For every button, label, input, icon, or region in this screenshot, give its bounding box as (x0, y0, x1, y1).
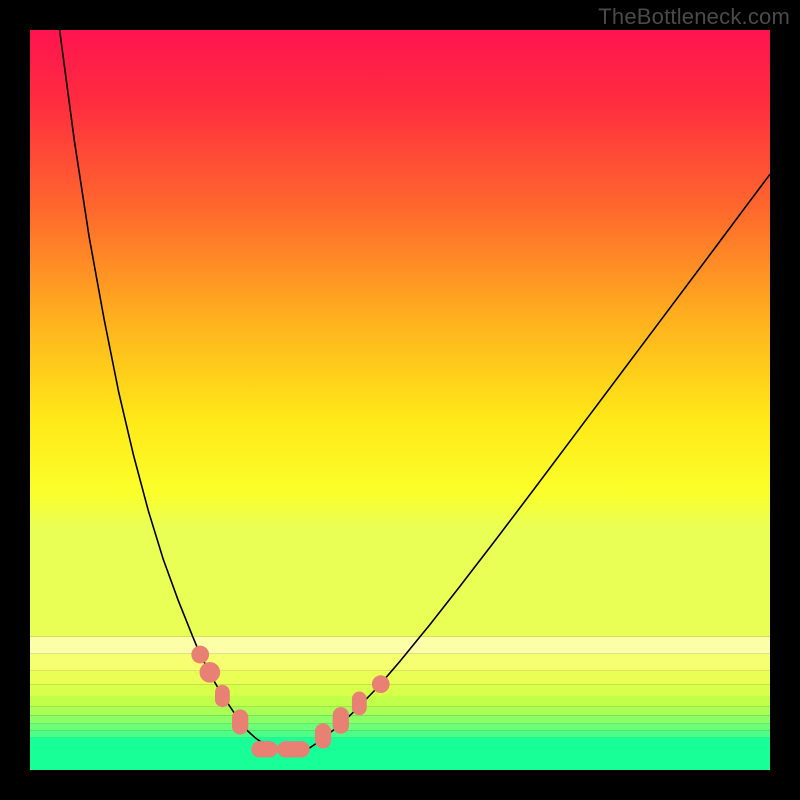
marker (215, 685, 230, 707)
marker (232, 709, 248, 734)
marker (333, 707, 349, 734)
chart-frame: TheBottleneck.com (0, 0, 800, 800)
marker (372, 675, 390, 693)
marker (251, 741, 278, 757)
watermark-text: TheBottleneck.com (598, 4, 790, 30)
marker (199, 662, 220, 683)
marker (277, 741, 310, 757)
marker (191, 646, 209, 664)
marker (315, 723, 331, 748)
chart-background (30, 30, 770, 770)
chart-plot (30, 30, 770, 770)
marker (352, 692, 367, 716)
